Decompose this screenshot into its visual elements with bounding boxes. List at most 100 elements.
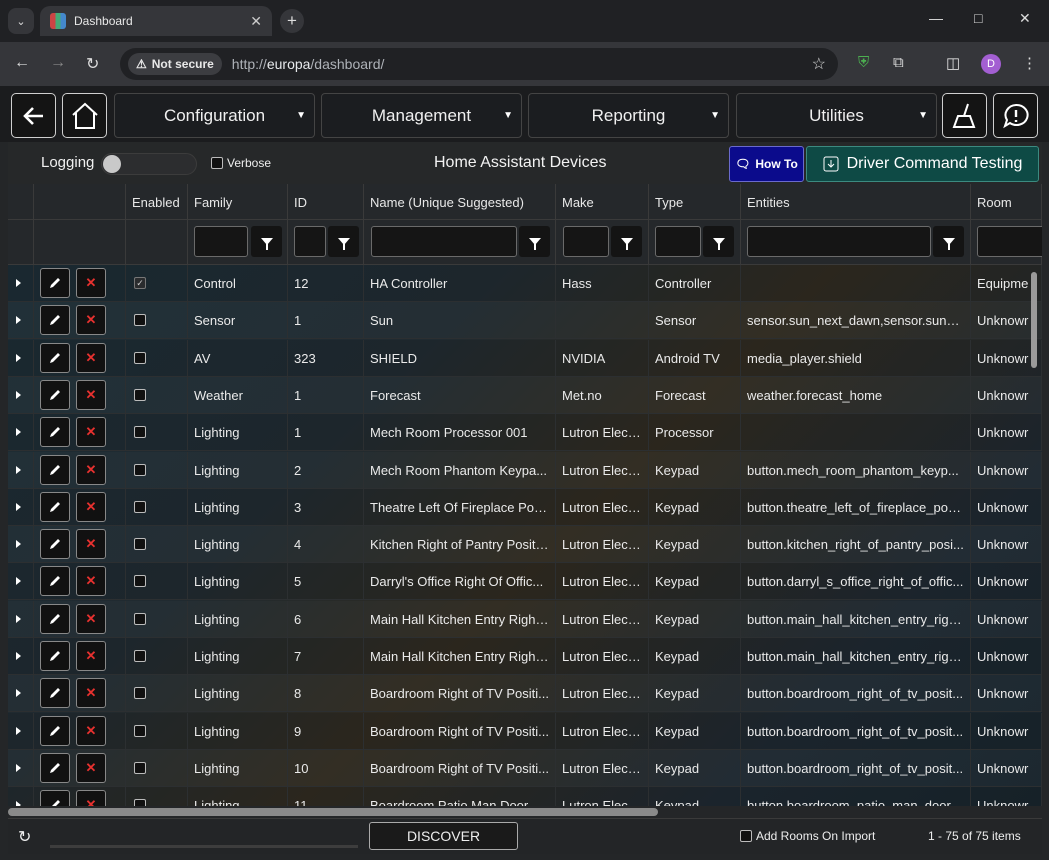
table-row[interactable]: ✕ Lighting 8 Boardroom Right of TV Positi..… — [8, 675, 1042, 713]
expand-row-icon[interactable] — [16, 577, 21, 586]
table-row[interactable]: ✕ Lighting 7 Main Hall Kitchen Entry Right.… — [8, 638, 1042, 675]
verbose-option[interactable]: Verbose — [211, 156, 271, 170]
menu-reporting[interactable]: Reporting ▼ — [528, 93, 729, 138]
filter-room-input[interactable] — [977, 226, 1042, 257]
menu-configuration[interactable]: Configuration ▼ — [114, 93, 315, 138]
delete-row-button[interactable]: ✕ — [76, 641, 106, 671]
enabled-checkbox[interactable] — [134, 351, 146, 364]
edit-row-button[interactable] — [40, 305, 70, 336]
enabled-checkbox[interactable] — [134, 388, 146, 401]
verbose-checkbox[interactable] — [211, 157, 223, 169]
edit-row-button[interactable] — [40, 491, 70, 522]
enabled-checkbox[interactable] — [134, 426, 146, 439]
filter-id-input[interactable] — [294, 226, 326, 257]
delete-row-button[interactable]: ✕ — [76, 268, 106, 298]
filter-name-input[interactable] — [371, 226, 517, 257]
filter-type-button[interactable] — [703, 226, 734, 257]
add-rooms-checkbox[interactable] — [740, 830, 752, 842]
back-button[interactable] — [11, 93, 56, 138]
add-rooms-option[interactable]: Add Rooms On Import — [740, 829, 875, 843]
side-panel-icon[interactable]: ◫ — [946, 54, 960, 72]
delete-row-button[interactable]: ✕ — [76, 342, 106, 373]
shield-extension-icon[interactable]: ⛨ — [858, 54, 869, 71]
table-row[interactable]: ✕ AV 323 SHIELD NVIDIA Android TV media_player… — [8, 339, 1042, 377]
filter-make-button[interactable] — [611, 226, 642, 257]
window-close-icon[interactable]: ✕ — [1019, 10, 1031, 27]
driver-command-testing-button[interactable]: Driver Command Testing — [806, 146, 1039, 182]
enabled-checkbox[interactable] — [134, 687, 146, 700]
vertical-scrollbar[interactable] — [1031, 272, 1037, 368]
expand-row-icon[interactable] — [16, 540, 21, 549]
refresh-icon[interactable]: ↻ — [18, 827, 31, 847]
filter-type-input[interactable] — [655, 226, 701, 257]
enabled-checkbox[interactable] — [134, 612, 146, 625]
header-entities[interactable]: Entities — [741, 184, 971, 220]
enabled-checkbox[interactable] — [134, 463, 146, 476]
horizontal-scrollbar[interactable] — [8, 808, 658, 816]
maximize-icon[interactable]: □ — [974, 10, 982, 26]
expand-row-icon[interactable] — [16, 316, 21, 325]
table-row[interactable]: ✕ Lighting 1 Mech Room Processor 001 Lutron … — [8, 414, 1042, 452]
cleanup-button[interactable] — [942, 93, 987, 138]
tab-close-icon[interactable]: ✕ — [250, 13, 262, 30]
how-to-button[interactable]: 🗨 How To — [729, 146, 804, 182]
header-type[interactable]: Type — [649, 184, 741, 220]
kebab-menu-icon[interactable]: ⋮ — [1022, 54, 1037, 72]
header-name[interactable]: Name (Unique Suggested) — [364, 184, 556, 220]
delete-row-button[interactable]: ✕ — [76, 566, 106, 597]
expand-row-icon[interactable] — [16, 353, 21, 362]
edit-row-button[interactable] — [40, 529, 70, 560]
delete-row-button[interactable]: ✕ — [76, 790, 106, 806]
table-row[interactable]: ✕ Lighting 4 Kitchen Right of Pantry Positi… — [8, 526, 1042, 564]
header-enabled[interactable]: Enabled — [126, 184, 188, 220]
expand-row-icon[interactable] — [16, 502, 21, 511]
delete-row-button[interactable]: ✕ — [76, 603, 106, 634]
expand-row-icon[interactable] — [16, 689, 21, 698]
filter-make-input[interactable] — [563, 226, 609, 257]
filter-id-button[interactable] — [328, 226, 359, 257]
edit-row-button[interactable] — [40, 678, 70, 709]
delete-row-button[interactable]: ✕ — [76, 491, 106, 522]
expand-row-icon[interactable] — [16, 279, 21, 287]
logging-toggle[interactable] — [101, 153, 197, 175]
enabled-checkbox[interactable] — [134, 799, 146, 806]
extensions-puzzle-icon[interactable]: ⧉ — [893, 54, 904, 71]
forward-arrow-icon[interactable]: → — [50, 54, 66, 72]
bookmark-star-icon[interactable]: ☆ — [812, 54, 826, 74]
delete-row-button[interactable]: ✕ — [76, 752, 106, 783]
table-row[interactable]: ✕ Sensor 1 Sun Sensor sensor.sun_next_dawn,se… — [8, 302, 1042, 340]
table-row[interactable]: ✕ Lighting 9 Boardroom Right of TV Positi..… — [8, 712, 1042, 750]
edit-row-button[interactable] — [40, 454, 70, 485]
enabled-checkbox[interactable]: ✓ — [134, 277, 146, 289]
expand-row-icon[interactable] — [16, 614, 21, 623]
edit-row-button[interactable] — [40, 715, 70, 746]
filter-entities-input[interactable] — [747, 226, 931, 257]
expand-row-icon[interactable] — [16, 763, 21, 772]
edit-row-button[interactable] — [40, 342, 70, 373]
reload-icon[interactable]: ↻ — [86, 54, 99, 74]
expand-row-icon[interactable] — [16, 428, 21, 437]
profile-avatar[interactable]: D — [981, 54, 1001, 74]
address-bar[interactable]: ⚠ Not secure http://europa/dashboard/ ☆ — [120, 48, 838, 80]
enabled-checkbox[interactable] — [134, 500, 146, 513]
expand-row-icon[interactable] — [16, 652, 21, 660]
delete-row-button[interactable]: ✕ — [76, 529, 106, 560]
delete-row-button[interactable]: ✕ — [76, 379, 106, 410]
feedback-button[interactable] — [993, 93, 1038, 138]
enabled-checkbox[interactable] — [134, 650, 146, 662]
expand-row-icon[interactable] — [16, 801, 21, 806]
delete-row-button[interactable]: ✕ — [76, 417, 106, 448]
browser-tab[interactable]: Dashboard ✕ — [40, 6, 272, 36]
enabled-checkbox[interactable] — [134, 575, 146, 588]
table-row[interactable]: ✕ Lighting 2 Mech Room Phantom Keypa... Lutr… — [8, 451, 1042, 489]
enabled-checkbox[interactable] — [134, 761, 146, 774]
menu-management[interactable]: Management ▼ — [321, 93, 522, 138]
filter-entities-button[interactable] — [933, 226, 964, 257]
table-row[interactable]: ✕ Weather 1 Forecast Met.no Forecast weather.f… — [8, 376, 1042, 414]
edit-row-button[interactable] — [40, 417, 70, 448]
delete-row-button[interactable]: ✕ — [76, 678, 106, 709]
header-room[interactable]: Room — [971, 184, 1042, 220]
edit-row-button[interactable] — [40, 268, 70, 298]
expand-row-icon[interactable] — [16, 465, 21, 474]
menu-utilities[interactable]: Utilities ▼ — [736, 93, 937, 138]
